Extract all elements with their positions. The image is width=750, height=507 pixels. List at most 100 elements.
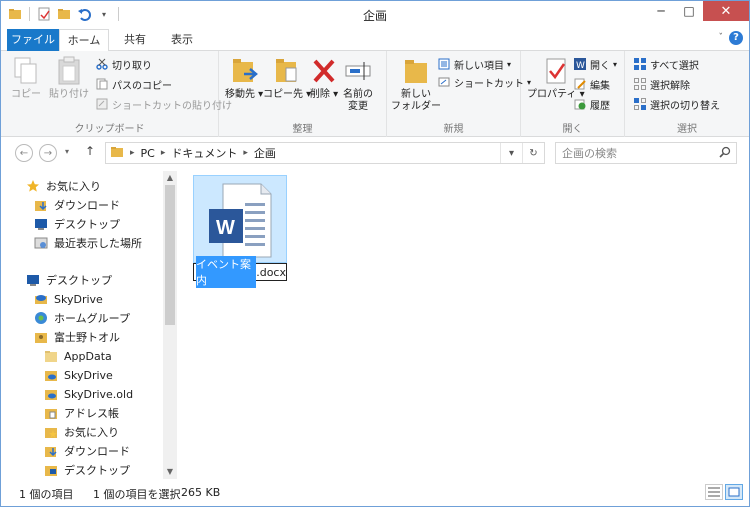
file-item[interactable]: W イベント案内 .docx xyxy=(193,175,287,288)
tree-label: 富士野トオル xyxy=(54,331,120,344)
favorites-folder-icon xyxy=(43,424,59,440)
select-none-button[interactable]: 選択解除 xyxy=(633,75,690,93)
navigation-bar: ← → ▾ ↑ ▸ PC ▸ ドキュメント ▸ 企画 ▾ ↻ 企画の検索 xyxy=(1,138,749,168)
rename-label: 名前の 変更 xyxy=(343,89,373,112)
help-icon[interactable]: ? xyxy=(729,31,743,45)
item-count: 1 個の項目 xyxy=(19,488,74,501)
tree-label: デスクトップ xyxy=(64,464,130,477)
nav-scrollbar[interactable]: ▲ ▼ xyxy=(163,171,177,479)
selected-count: 1 個の項目を選択 xyxy=(93,488,181,501)
history-button[interactable]: 履歴 xyxy=(573,95,610,113)
desktop-icon xyxy=(33,216,49,232)
tree-item-skydrive-old[interactable]: SkyDrive.old xyxy=(43,385,133,403)
copy-path-button[interactable]: パスのコピー xyxy=(95,75,172,93)
maximize-button[interactable]: □ xyxy=(675,1,703,21)
search-icon[interactable] xyxy=(719,146,731,161)
open-button[interactable]: W 開く ▾ xyxy=(573,55,617,73)
tree-item-user[interactable]: 富士野トオル xyxy=(33,328,120,346)
selected-size: 265 KB xyxy=(181,486,221,499)
status-bar: 1 個の項目 1 個の項目を選択 265 KB xyxy=(1,480,749,506)
copy-icon xyxy=(11,55,41,87)
delete-button[interactable]: 削除 ▾ xyxy=(309,55,339,101)
up-arrow-icon[interactable]: ↑ xyxy=(85,144,95,158)
scroll-down-icon[interactable]: ▼ xyxy=(163,465,177,479)
rename-input[interactable]: イベント案内 .docx xyxy=(193,256,287,288)
tree-item-recent[interactable]: 最近表示した場所 xyxy=(33,234,142,252)
tab-home[interactable]: ホーム xyxy=(59,29,109,52)
explorer-window: ▾ 企画 ─ □ ✕ ファイル ホーム 共有 表示 ˇ ? コピー 貼り付け 切… xyxy=(0,0,750,507)
open-label: 開く xyxy=(590,60,610,72)
close-button[interactable]: ✕ xyxy=(703,1,749,21)
word-document-icon: W xyxy=(209,183,272,258)
tree-label: ダウンロード xyxy=(64,445,130,458)
forward-button[interactable]: → xyxy=(39,144,57,162)
invert-selection-icon xyxy=(633,97,647,111)
tree-label: 最近表示した場所 xyxy=(54,237,142,250)
open-group: プロパティ ▾ W 開く ▾ 編集 履歴 開く xyxy=(521,51,625,137)
paste-shortcut-button[interactable]: ショートカットの貼り付け xyxy=(95,95,232,113)
tree-item-desktop[interactable]: デスクトップ xyxy=(33,215,120,233)
folder-icon xyxy=(43,348,59,364)
paste-label: 貼り付け xyxy=(49,89,89,100)
recent-places-icon xyxy=(33,235,49,251)
tree-item-desktop-root[interactable]: デスクトップ xyxy=(25,271,112,289)
paste-button[interactable]: 貼り付け xyxy=(49,55,89,101)
edit-button[interactable]: 編集 xyxy=(573,75,610,93)
invert-selection-label: 選択の切り替え xyxy=(650,100,720,112)
new-group: 新しい フォルダー 新しい項目 ▾ ショートカット ▾ 新規 xyxy=(387,51,531,137)
cut-button[interactable]: 切り取り xyxy=(95,55,152,73)
scroll-thumb[interactable] xyxy=(165,185,175,325)
tab-share[interactable]: 共有 xyxy=(113,29,157,51)
tree-item-desktop-user[interactable]: デスクトップ xyxy=(43,461,130,479)
tree-item-downloads[interactable]: ダウンロード xyxy=(33,196,120,214)
minimize-button[interactable]: ─ xyxy=(647,1,675,21)
tree-item-homegroup[interactable]: ホームグループ xyxy=(33,309,130,327)
scroll-up-icon[interactable]: ▲ xyxy=(163,171,177,185)
tree-item-skydrive-user[interactable]: SkyDrive xyxy=(43,366,113,384)
back-button[interactable]: ← xyxy=(15,144,33,162)
ribbon-tabs: ファイル ホーム 共有 表示 ˇ ? xyxy=(1,29,749,52)
breadcrumb-folder[interactable]: 企画 xyxy=(254,145,276,161)
skydrive-folder-icon xyxy=(43,386,59,402)
refresh-icon[interactable]: ↻ xyxy=(522,143,544,163)
move-to-button[interactable]: 移動先 ▾ xyxy=(225,55,263,101)
tab-file[interactable]: ファイル xyxy=(7,29,59,51)
history-icon xyxy=(573,97,587,111)
copy-to-label: コピー先 ▾ xyxy=(263,89,312,100)
tree-item-downloads-user[interactable]: ダウンロード xyxy=(43,442,130,460)
tree-item-favorites[interactable]: お気に入り xyxy=(25,177,101,195)
tree-item-contacts[interactable]: アドレス帳 xyxy=(43,404,119,422)
new-item-button[interactable]: 新しい項目 ▾ xyxy=(437,55,511,73)
properties-check-icon xyxy=(541,55,571,87)
tree-item-skydrive[interactable]: SkyDrive xyxy=(33,290,103,308)
recent-dropdown-icon[interactable]: ▾ xyxy=(65,147,69,156)
svg-text:W: W xyxy=(576,61,585,70)
large-icons-view-icon[interactable] xyxy=(725,484,743,500)
desktop-icon xyxy=(25,272,41,288)
ribbon-collapse-icon[interactable]: ˇ xyxy=(719,33,724,43)
copy-to-button[interactable]: コピー先 ▾ xyxy=(263,55,311,101)
window-title: 企画 xyxy=(362,9,387,23)
breadcrumb-chevron[interactable]: ▸ xyxy=(161,148,166,158)
address-bar[interactable]: ▸ PC ▸ ドキュメント ▸ 企画 ▾ ↻ xyxy=(105,142,545,164)
breadcrumb-documents[interactable]: ドキュメント xyxy=(171,145,237,161)
breadcrumb-pc[interactable]: PC xyxy=(141,147,155,160)
new-folder-button[interactable]: 新しい フォルダー xyxy=(391,55,441,113)
copy-path-icon xyxy=(95,77,109,91)
tree-item-favorites-user[interactable]: お気に入り xyxy=(43,423,119,441)
rename-button[interactable]: 名前の 変更 xyxy=(343,55,373,113)
invert-selection-button[interactable]: 選択の切り替え xyxy=(633,95,720,113)
select-all-button[interactable]: すべて選択 xyxy=(633,55,699,73)
search-box[interactable]: 企画の検索 xyxy=(555,142,737,164)
address-dropdown-icon[interactable]: ▾ xyxy=(500,143,522,163)
view-buttons xyxy=(705,484,743,500)
breadcrumb-chevron[interactable]: ▸ xyxy=(130,148,135,158)
select-all-label: すべて選択 xyxy=(650,60,699,72)
easy-access-icon xyxy=(437,75,451,89)
easy-access-button[interactable]: ショートカット ▾ xyxy=(437,73,531,91)
details-view-icon[interactable] xyxy=(705,484,723,500)
tree-item-appdata[interactable]: AppData xyxy=(43,347,112,365)
copy-button[interactable]: コピー xyxy=(11,55,41,101)
breadcrumb-chevron[interactable]: ▸ xyxy=(243,148,248,158)
tab-view[interactable]: 表示 xyxy=(160,29,204,51)
